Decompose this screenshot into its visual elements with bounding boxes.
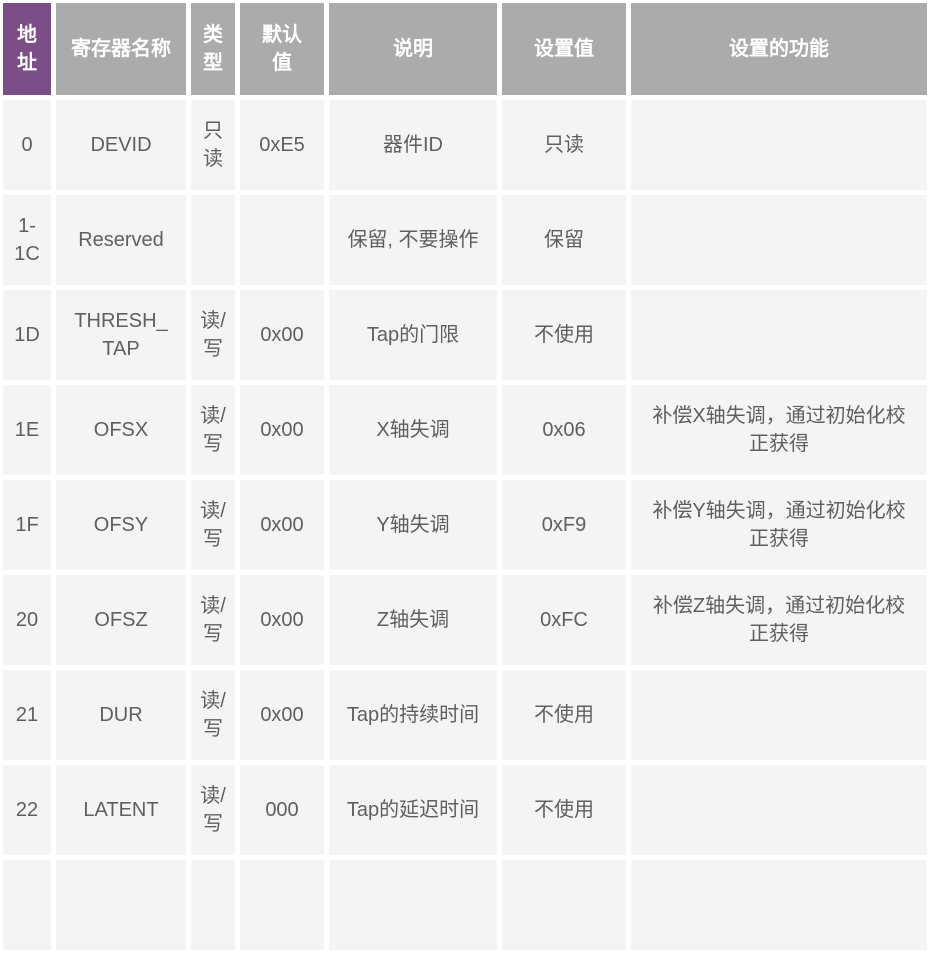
- default-value-cell: 0x00: [240, 575, 324, 665]
- table-row: 21 DUR 读/写 0x00 Tap的持续时间 不使用: [3, 670, 927, 760]
- register-table: 地址 寄存器名称 类型 默认值 说明 设置值 设置的功能 0 DEVID 只读 …: [0, 0, 932, 955]
- col-header-default-value: 默认值: [240, 3, 324, 95]
- address-cell: 1-1C: [3, 195, 51, 285]
- set-function-cell: 补偿Z轴失调，通过初始化校正获得: [631, 575, 927, 665]
- col-header-set-function: 设置的功能: [631, 3, 927, 95]
- set-function-cell: [631, 765, 927, 855]
- description-cell: [329, 860, 497, 950]
- set-value-cell: [502, 860, 626, 950]
- address-cell: [3, 860, 51, 950]
- type-cell: [191, 860, 235, 950]
- col-header-address: 地址: [3, 3, 51, 95]
- register-name-cell: LATENT: [56, 765, 186, 855]
- type-cell: [191, 195, 235, 285]
- type-cell: 读/写: [191, 290, 235, 380]
- default-value-cell: 0x00: [240, 290, 324, 380]
- set-function-cell: [631, 860, 927, 950]
- set-function-cell: [631, 290, 927, 380]
- col-header-type: 类型: [191, 3, 235, 95]
- type-cell: 读/写: [191, 480, 235, 570]
- set-value-cell: 0xF9: [502, 480, 626, 570]
- set-value-cell: 不使用: [502, 670, 626, 760]
- address-cell: 22: [3, 765, 51, 855]
- address-cell: 1F: [3, 480, 51, 570]
- register-name-cell: DEVID: [56, 100, 186, 190]
- description-cell: X轴失调: [329, 385, 497, 475]
- default-value-cell: [240, 860, 324, 950]
- register-name-cell: OFSX: [56, 385, 186, 475]
- default-value-cell: 0x00: [240, 670, 324, 760]
- description-cell: Tap的持续时间: [329, 670, 497, 760]
- table-row: 22 LATENT 读/写 000 Tap的延迟时间 不使用: [3, 765, 927, 855]
- register-name-cell: THRESH_TAP: [56, 290, 186, 380]
- type-cell: 读/写: [191, 575, 235, 665]
- description-cell: Tap的延迟时间: [329, 765, 497, 855]
- register-name-cell: [56, 860, 186, 950]
- set-function-cell: [631, 100, 927, 190]
- type-cell: 只读: [191, 100, 235, 190]
- header-row: 地址 寄存器名称 类型 默认值 说明 设置值 设置的功能: [3, 3, 927, 95]
- default-value-cell: 0x00: [240, 480, 324, 570]
- table-row: 0 DEVID 只读 0xE5 器件ID 只读: [3, 100, 927, 190]
- set-function-cell: [631, 195, 927, 285]
- set-function-cell: 补偿X轴失调，通过初始化校正获得: [631, 385, 927, 475]
- description-cell: 器件ID: [329, 100, 497, 190]
- col-header-set-value: 设置值: [502, 3, 626, 95]
- address-cell: 1D: [3, 290, 51, 380]
- address-cell: 21: [3, 670, 51, 760]
- address-cell: 20: [3, 575, 51, 665]
- table-row: 1E OFSX 读/写 0x00 X轴失调 0x06 补偿X轴失调，通过初始化校…: [3, 385, 927, 475]
- table-row: 1F OFSY 读/写 0x00 Y轴失调 0xF9 补偿Y轴失调，通过初始化校…: [3, 480, 927, 570]
- set-function-cell: 补偿Y轴失调，通过初始化校正获得: [631, 480, 927, 570]
- set-value-cell: 0xFC: [502, 575, 626, 665]
- description-cell: Y轴失调: [329, 480, 497, 570]
- type-cell: 读/写: [191, 385, 235, 475]
- set-value-cell: 不使用: [502, 765, 626, 855]
- table-row-partial: [3, 860, 927, 950]
- default-value-cell: 0xE5: [240, 100, 324, 190]
- address-cell: 1E: [3, 385, 51, 475]
- col-header-register-name: 寄存器名称: [56, 3, 186, 95]
- register-name-cell: DUR: [56, 670, 186, 760]
- description-cell: 保留, 不要操作: [329, 195, 497, 285]
- set-value-cell: 只读: [502, 100, 626, 190]
- register-name-cell: Reserved: [56, 195, 186, 285]
- table-row: 1D THRESH_TAP 读/写 0x00 Tap的门限 不使用: [3, 290, 927, 380]
- default-value-cell: [240, 195, 324, 285]
- set-value-cell: 保留: [502, 195, 626, 285]
- default-value-cell: 0x00: [240, 385, 324, 475]
- set-function-cell: [631, 670, 927, 760]
- register-name-cell: OFSZ: [56, 575, 186, 665]
- description-cell: Tap的门限: [329, 290, 497, 380]
- default-value-cell: 000: [240, 765, 324, 855]
- table-row: 20 OFSZ 读/写 0x00 Z轴失调 0xFC 补偿Z轴失调，通过初始化校…: [3, 575, 927, 665]
- address-cell: 0: [3, 100, 51, 190]
- table-row: 1-1C Reserved 保留, 不要操作 保留: [3, 195, 927, 285]
- set-value-cell: 0x06: [502, 385, 626, 475]
- type-cell: 读/写: [191, 765, 235, 855]
- col-header-description: 说明: [329, 3, 497, 95]
- type-cell: 读/写: [191, 670, 235, 760]
- register-name-cell: OFSY: [56, 480, 186, 570]
- set-value-cell: 不使用: [502, 290, 626, 380]
- description-cell: Z轴失调: [329, 575, 497, 665]
